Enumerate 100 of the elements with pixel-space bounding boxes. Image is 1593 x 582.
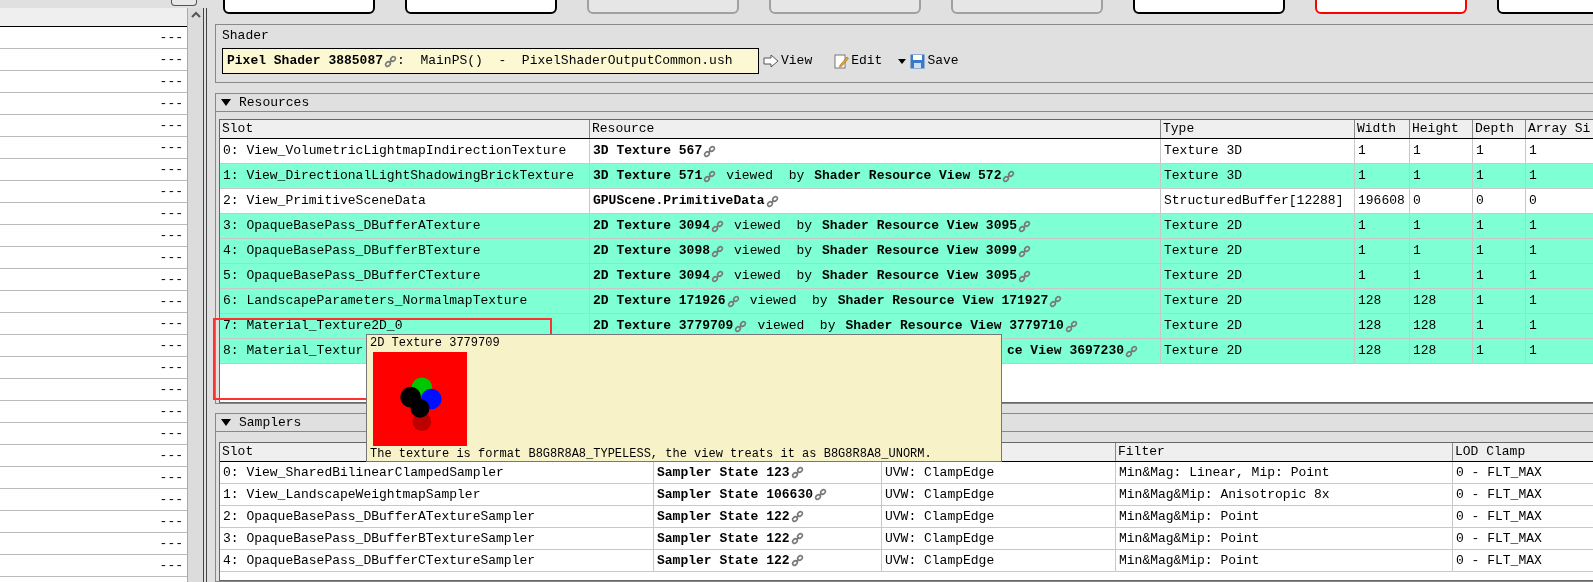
table-cell-text: --- [159, 446, 183, 465]
table-cell-text: Min&Mag&Mip: Point [1119, 551, 1260, 570]
table-cell-text: 1 [1529, 217, 1537, 236]
table-cell-text: 1 [1358, 167, 1366, 186]
table-cell-text: 1 [1476, 317, 1484, 336]
table-cell-text: 1 [1413, 142, 1421, 161]
table-cell-text: 128 [1413, 317, 1437, 336]
table-cell-text: Min&Mag: Linear, Mip: Point [1119, 463, 1330, 482]
table-cell-text: --- [159, 468, 183, 487]
tooltip-text: The texture is format B8G8R8A8_TYPELESS, the view treats it as B8G8R8A8_UNORM. [370, 447, 933, 461]
resource-name: 2D Texture 3094 [593, 267, 711, 286]
table-cell-text: 0 [1476, 192, 1484, 211]
table-cell-text: --- [159, 336, 183, 355]
table-cell-text: --- [159, 204, 183, 223]
table-cell-text: 1 [1529, 167, 1537, 186]
table-cell-text: 196608 [1358, 192, 1405, 211]
resource-name: 3D Texture 571 [593, 167, 703, 186]
table-cell-text: 1 [1358, 142, 1366, 161]
table-cell-text: 128 [1413, 292, 1437, 311]
table-cell-text: 1 [1413, 267, 1421, 286]
table-cell-text: --- [159, 138, 183, 157]
table-cell-text: viewed by [734, 217, 813, 236]
table-cell-text: 128 [1358, 342, 1382, 361]
table-cell-text: Texture 2D [1164, 217, 1242, 236]
table-cell-text: 1: View_LandscapeWeightmapSampler [223, 485, 481, 504]
table-cell-text: Min&Mag&Mip: Point [1119, 507, 1260, 526]
table-cell-text: --- [159, 28, 183, 47]
table-cell-text: --- [159, 424, 183, 443]
table-cell-text: --- [159, 490, 183, 509]
table-cell-text: UVW: ClampEdge [885, 529, 995, 548]
table-cell-text: Texture 2D [1164, 242, 1242, 261]
table-cell-text: 1 [1413, 242, 1421, 261]
view-name: Shader Resource View 3095 [822, 217, 1018, 236]
table-cell-text: 0 - FLT_MAX [1456, 507, 1542, 526]
view-name: Shader Resource View 171927 [837, 292, 1049, 311]
table-cell-text: 128 [1413, 342, 1437, 361]
table-cell-text: --- [159, 248, 183, 267]
table-cell-text: 1 [1358, 267, 1366, 286]
table-cell-text: --- [159, 292, 183, 311]
table-cell-text: Texture 2D [1164, 292, 1242, 311]
table-cell-text: --- [159, 534, 183, 553]
table-cell-text: 1 [1413, 217, 1421, 236]
table-cell-text: 8: Material_Textur [223, 342, 364, 361]
table-cell-text: 1 [1529, 242, 1537, 261]
table-cell-text: 1 [1476, 217, 1484, 236]
sampler-name: Sampler State 123 [657, 463, 790, 482]
table-cell-text: Texture 3D [1164, 142, 1242, 161]
table-cell-text: 6: LandscapeParameters_NormalmapTexture [223, 292, 528, 311]
table-cell-text: --- [159, 116, 183, 135]
table-cell-text: 4: OpaqueBasePass_DBufferCTextureSampler [223, 551, 536, 570]
resource-name: GPUScene.PrimitiveData [593, 192, 765, 211]
view-name: Shader Resource View 572 [814, 167, 1002, 186]
table-cell-text: Texture 2D [1164, 267, 1242, 286]
table-cell-text: 1 [1476, 167, 1484, 186]
table-cell-text: 1 [1358, 217, 1366, 236]
table-cell-text: --- [159, 402, 183, 421]
table-cell-text: Min&Mag&Mip: Anisotropic 8x [1119, 485, 1330, 504]
table-cell-text: 1 [1529, 267, 1537, 286]
table-cell-text: UVW: ClampEdge [885, 507, 995, 526]
table-cell-text: --- [159, 160, 183, 179]
table-cell-text: 0 - FLT_MAX [1456, 529, 1542, 548]
table-cell-text: UVW: ClampEdge [885, 463, 995, 482]
table-cell-text: 1 [1529, 317, 1537, 336]
resource-name: 2D Texture 3098 [593, 242, 711, 261]
sampler-name: Sampler State 106630 [657, 485, 814, 504]
table-cell-text: viewed by [749, 292, 828, 311]
table-cell-text: 2: OpaqueBasePass_DBufferATextureSampler [223, 507, 536, 526]
table-cell-text: Min&Mag&Mip: Point [1119, 529, 1260, 548]
table-cell-text: --- [159, 270, 183, 289]
table-cell-text: 1 [1529, 292, 1537, 311]
table-cell-text: 0: View_SharedBilinearClampedSampler [223, 463, 504, 482]
table-cell-text: 0 [1529, 192, 1537, 211]
table-cell-text: 128 [1358, 292, 1382, 311]
table-cell-text: 1 [1476, 242, 1484, 261]
table-cell-text: 2: View_PrimitiveSceneData [223, 192, 426, 211]
table-cell-text: UVW: ClampEdge [885, 485, 995, 504]
table-cell-text: 0 - FLT_MAX [1456, 485, 1542, 504]
resource-name: 3D Texture 567 [593, 142, 703, 161]
table-cell-text: --- [159, 556, 183, 575]
view-name: Shader Resource View 3095 [822, 267, 1018, 286]
resource-name: 2D Texture 171926 [593, 292, 726, 311]
table-cell-text: 3: OpaqueBasePass_DBufferBTextureSampler [223, 529, 536, 548]
resource-name: 2D Texture 3779709 [593, 317, 734, 336]
table-cell-text: --- [159, 50, 183, 69]
table-cell-text: --- [159, 358, 183, 377]
table-cell-text: 0: View_VolumetricLightmapIndirectionTexture [223, 142, 567, 161]
table-cell-text: --- [159, 380, 183, 399]
table-cell-text: --- [159, 512, 183, 531]
table-cell-text: 0 [1413, 192, 1421, 211]
table-cell-text: --- [159, 182, 183, 201]
table-cell-text: StructuredBuffer[12288] [1164, 192, 1344, 211]
table-cell-text: viewed by [734, 242, 813, 261]
table-cell-text: 1 [1476, 142, 1484, 161]
sampler-name: Sampler State 122 [657, 507, 790, 526]
table-cell-text: UVW: ClampEdge [885, 551, 995, 570]
resource-name: 2D Texture 3094 [593, 217, 711, 236]
sampler-name: Sampler State 122 [657, 551, 790, 570]
sampler-name: Sampler State 122 [657, 529, 790, 548]
table-cell-text: 7: Material_Texture2D_0 [223, 317, 403, 336]
table-cell-text: 0 - FLT_MAX [1456, 551, 1542, 570]
